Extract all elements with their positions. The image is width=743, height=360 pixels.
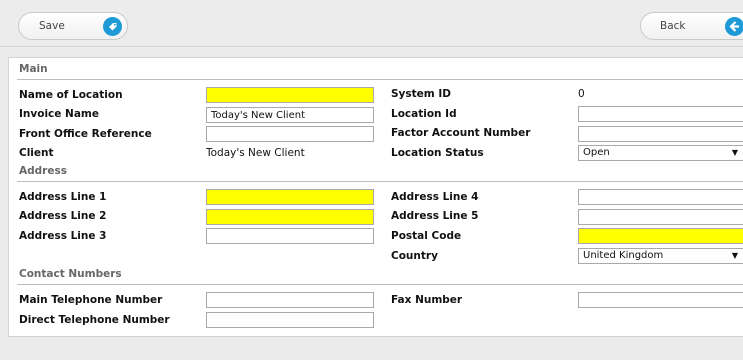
location-form-panel: Main Name of Location Invoice Name Front…	[8, 57, 743, 337]
main-telephone-label: Main Telephone Number	[19, 294, 163, 306]
address-line-4-input[interactable]	[578, 189, 743, 205]
address-line-4-label: Address Line 4	[391, 191, 479, 203]
location-status-select[interactable]: Open ▼	[578, 145, 743, 161]
section-heading-main: Main	[19, 63, 48, 75]
system-id-label: System ID	[391, 88, 452, 100]
direct-telephone-input[interactable]	[206, 312, 374, 328]
name-of-location-input[interactable]	[206, 87, 374, 103]
direct-telephone-label: Direct Telephone Number	[19, 314, 170, 326]
tag-icon	[103, 17, 122, 36]
save-button[interactable]: Save	[18, 12, 128, 40]
country-select[interactable]: United Kingdom ▼	[578, 248, 743, 264]
dropdown-arrow-icon: ▼	[731, 148, 738, 157]
back-button-label: Back	[660, 20, 686, 32]
address-line-2-label: Address Line 2	[19, 210, 107, 222]
address-line-5-input[interactable]	[578, 209, 743, 225]
location-id-input[interactable]	[578, 106, 743, 122]
toolbar: Save Back	[0, 0, 743, 47]
location-status-selected: Open	[583, 147, 610, 158]
save-button-label: Save	[39, 20, 65, 32]
factor-account-number-input[interactable]	[578, 126, 743, 142]
country-selected: United Kingdom	[583, 250, 664, 261]
fax-number-input[interactable]	[578, 292, 743, 308]
system-id-value: 0	[578, 88, 585, 100]
front-office-reference-label: Front Office Reference	[19, 128, 152, 140]
address-line-3-input[interactable]	[206, 228, 374, 244]
address-line-2-input[interactable]	[206, 209, 374, 225]
invoice-name-input[interactable]	[206, 107, 374, 123]
section-divider	[17, 181, 743, 182]
arrow-left-icon	[725, 17, 743, 36]
location-id-label: Location Id	[391, 108, 457, 120]
postal-code-input[interactable]	[578, 228, 743, 244]
back-button[interactable]: Back	[640, 12, 743, 40]
factor-account-number-label: Factor Account Number	[391, 127, 531, 139]
section-divider	[17, 284, 743, 285]
fax-number-label: Fax Number	[391, 294, 463, 306]
address-line-1-input[interactable]	[206, 189, 374, 205]
client-label: Client	[19, 147, 54, 159]
section-heading-address: Address	[19, 165, 67, 177]
address-line-3-label: Address Line 3	[19, 230, 107, 242]
front-office-reference-input[interactable]	[206, 126, 374, 142]
address-line-1-label: Address Line 1	[19, 191, 107, 203]
section-divider	[17, 79, 743, 80]
address-line-5-label: Address Line 5	[391, 210, 479, 222]
dropdown-arrow-icon: ▼	[731, 251, 738, 260]
name-of-location-label: Name of Location	[19, 89, 123, 101]
client-value: Today's New Client	[206, 147, 305, 159]
location-status-label: Location Status	[391, 147, 484, 159]
country-label: Country	[391, 250, 438, 262]
invoice-name-label: Invoice Name	[19, 108, 99, 120]
main-telephone-input[interactable]	[206, 292, 374, 308]
postal-code-label: Postal Code	[391, 230, 462, 242]
section-heading-contact: Contact Numbers	[19, 268, 122, 280]
